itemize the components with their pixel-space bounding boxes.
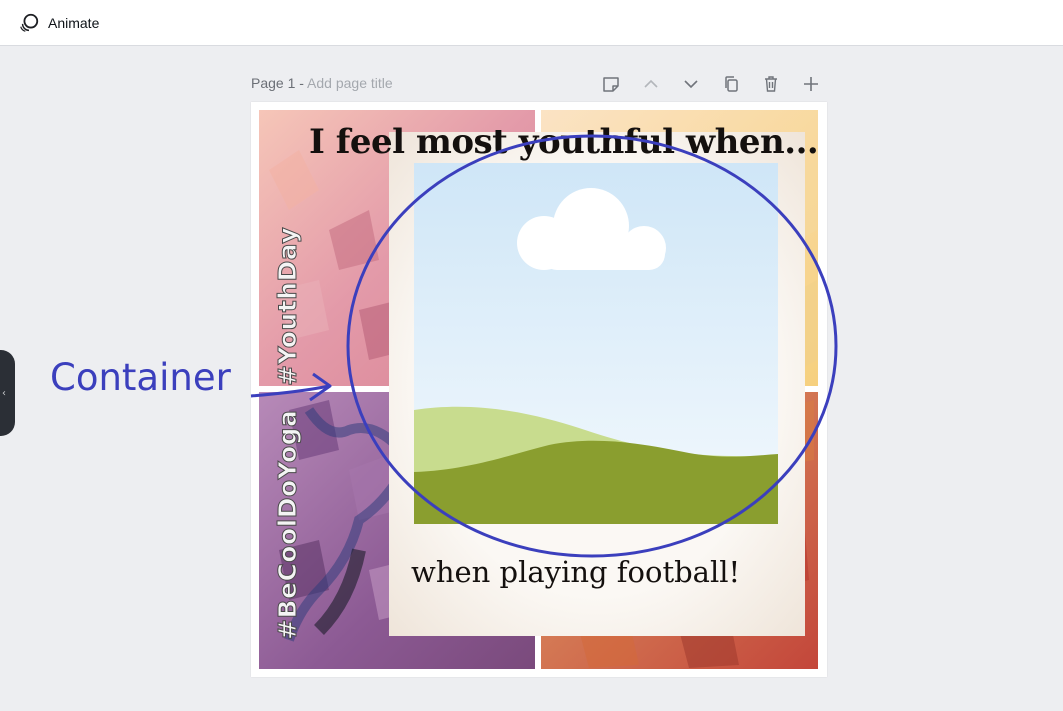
chevron-down-icon bbox=[684, 80, 698, 89]
duplicate-page-button[interactable] bbox=[719, 72, 743, 96]
page-label: Page 1 - Add page title bbox=[251, 75, 393, 91]
page-header: Page 1 - Add page title bbox=[251, 72, 827, 96]
page-title-input[interactable]: Add page title bbox=[307, 75, 393, 91]
plus-icon bbox=[804, 77, 818, 91]
notes-icon bbox=[603, 77, 619, 92]
animate-button[interactable]: Animate bbox=[14, 8, 103, 38]
animate-icon bbox=[20, 13, 39, 32]
animate-label: Animate bbox=[48, 15, 100, 31]
page-tools bbox=[599, 72, 823, 96]
caption-text[interactable]: when playing football! bbox=[411, 555, 811, 589]
container-annotation-label: Container bbox=[50, 356, 231, 399]
move-up-button[interactable] bbox=[639, 72, 663, 96]
design-canvas[interactable]: I feel most youthful when.... when playi… bbox=[259, 110, 818, 669]
move-down-button[interactable] bbox=[679, 72, 703, 96]
duplicate-icon bbox=[725, 76, 738, 92]
design-page[interactable]: I feel most youthful when.... when playi… bbox=[251, 102, 827, 677]
page-number: Page 1 - bbox=[251, 75, 308, 91]
delete-page-button[interactable] bbox=[759, 72, 783, 96]
notes-button[interactable] bbox=[599, 72, 623, 96]
image-container[interactable] bbox=[414, 163, 778, 524]
add-page-button[interactable] bbox=[799, 72, 823, 96]
chevron-up-icon bbox=[644, 79, 658, 88]
headline-text[interactable]: I feel most youthful when.... bbox=[309, 122, 818, 162]
side-panel-toggle[interactable]: ‹ bbox=[0, 350, 15, 436]
hashtag-becooldoyoga[interactable]: #BeCoolDoYoga bbox=[273, 409, 303, 640]
top-toolbar: Animate bbox=[0, 0, 1063, 46]
collapse-icon: ‹ bbox=[2, 388, 6, 399]
hashtag-youthday[interactable]: #YouthDay bbox=[273, 226, 303, 386]
trash-icon bbox=[765, 76, 777, 92]
